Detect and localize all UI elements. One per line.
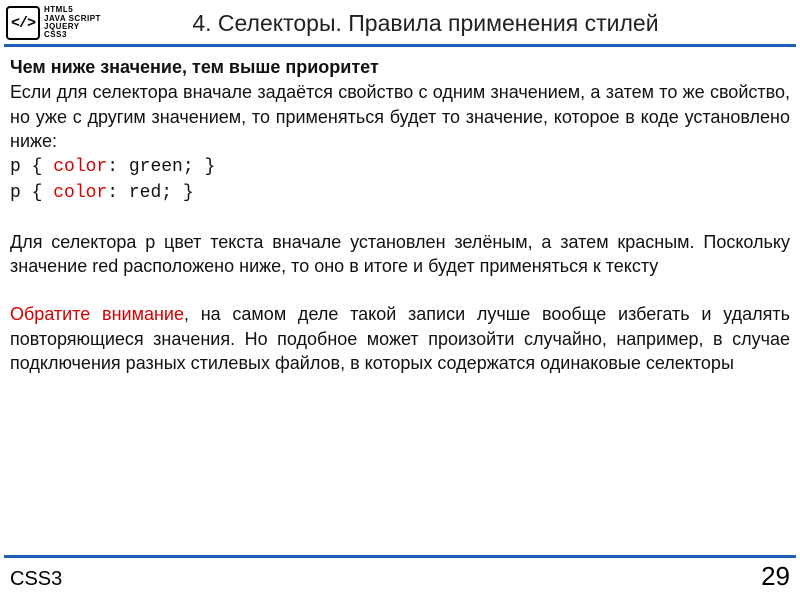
slide-content: Чем ниже значение, тем выше приоритет Ес… bbox=[0, 47, 800, 375]
paragraph-note: Обратите внимание, на самом деле такой з… bbox=[10, 302, 790, 375]
code-text: : green; } bbox=[107, 157, 215, 177]
code-keyword: color bbox=[53, 157, 107, 177]
code-line-1: p { color: green; } bbox=[10, 155, 790, 179]
subheading: Чем ниже значение, тем выше приоритет bbox=[10, 55, 790, 79]
code-keyword: color bbox=[53, 183, 107, 203]
note-lead: Обратите внимание bbox=[10, 304, 184, 324]
slide-title: 4. Селекторы. Правила применения стилей bbox=[101, 10, 790, 37]
code-text: p { bbox=[10, 183, 53, 203]
logo-line: CSS3 bbox=[44, 31, 101, 39]
code-text: p { bbox=[10, 157, 53, 177]
code-text: : red; } bbox=[107, 183, 193, 203]
slide-footer: CSS3 29 bbox=[0, 555, 800, 592]
page-number: 29 bbox=[761, 561, 790, 592]
code-icon: </> bbox=[6, 6, 40, 40]
paragraph-explain: Для селектора p цвет текста вначале уста… bbox=[10, 230, 790, 279]
logo-text: HTML5 JAVA SCRIPT JQUERY CSS3 bbox=[44, 6, 101, 40]
divider-bottom bbox=[4, 555, 796, 558]
paragraph-intro: Если для селектора вначале задаётся свой… bbox=[10, 80, 790, 153]
logo: </> HTML5 JAVA SCRIPT JQUERY CSS3 bbox=[6, 6, 101, 40]
footer-label: CSS3 bbox=[10, 568, 62, 591]
code-line-2: p { color: red; } bbox=[10, 181, 790, 205]
slide-header: </> HTML5 JAVA SCRIPT JQUERY CSS3 4. Сел… bbox=[0, 0, 800, 44]
